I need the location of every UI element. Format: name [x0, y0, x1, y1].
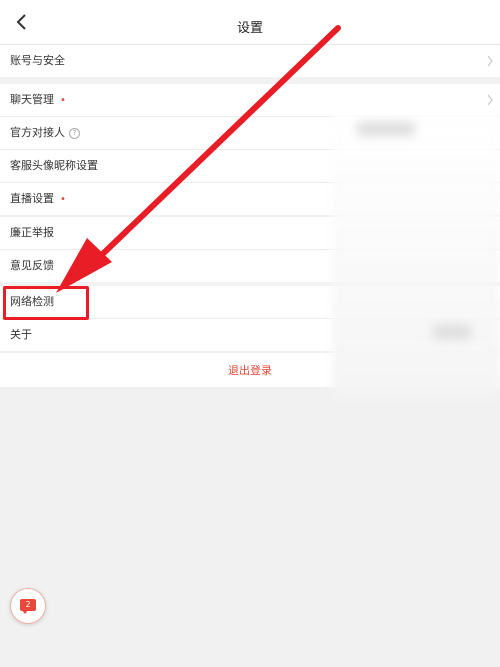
settings-group-account: 账号与安全 — [0, 45, 500, 77]
blurred-region — [432, 325, 472, 339]
new-dot-indicator: • — [60, 95, 66, 106]
settings-item-label: 意见反馈 — [10, 259, 54, 272]
settings-item-label: 聊天管理 — [10, 93, 54, 106]
settings-item-account-security[interactable]: 账号与安全 — [0, 45, 500, 77]
chat-bubble-tail — [22, 610, 28, 614]
settings-item-label: 关于 — [10, 328, 32, 341]
top-bar: 设置 — [0, 0, 500, 45]
blurred-region — [356, 122, 416, 136]
settings-item-label: 客服头像昵称设置 — [10, 159, 98, 172]
help-circle-icon[interactable]: ? — [69, 128, 80, 139]
annotation-highlight-box — [3, 286, 89, 320]
new-dot-indicator: • — [60, 194, 66, 205]
settings-item-label: 廉正举报 — [10, 226, 54, 239]
settings-item-label: 账号与安全 — [10, 54, 65, 67]
chevron-right-icon — [487, 55, 493, 67]
chat-float-button[interactable]: 2 — [10, 588, 46, 624]
blurred-region — [332, 110, 500, 400]
chevron-right-icon — [487, 94, 493, 106]
settings-item-label: 官方对接人 — [10, 126, 65, 139]
settings-item-label: 直播设置 — [10, 192, 54, 205]
page-title: 设置 — [236, 21, 263, 36]
